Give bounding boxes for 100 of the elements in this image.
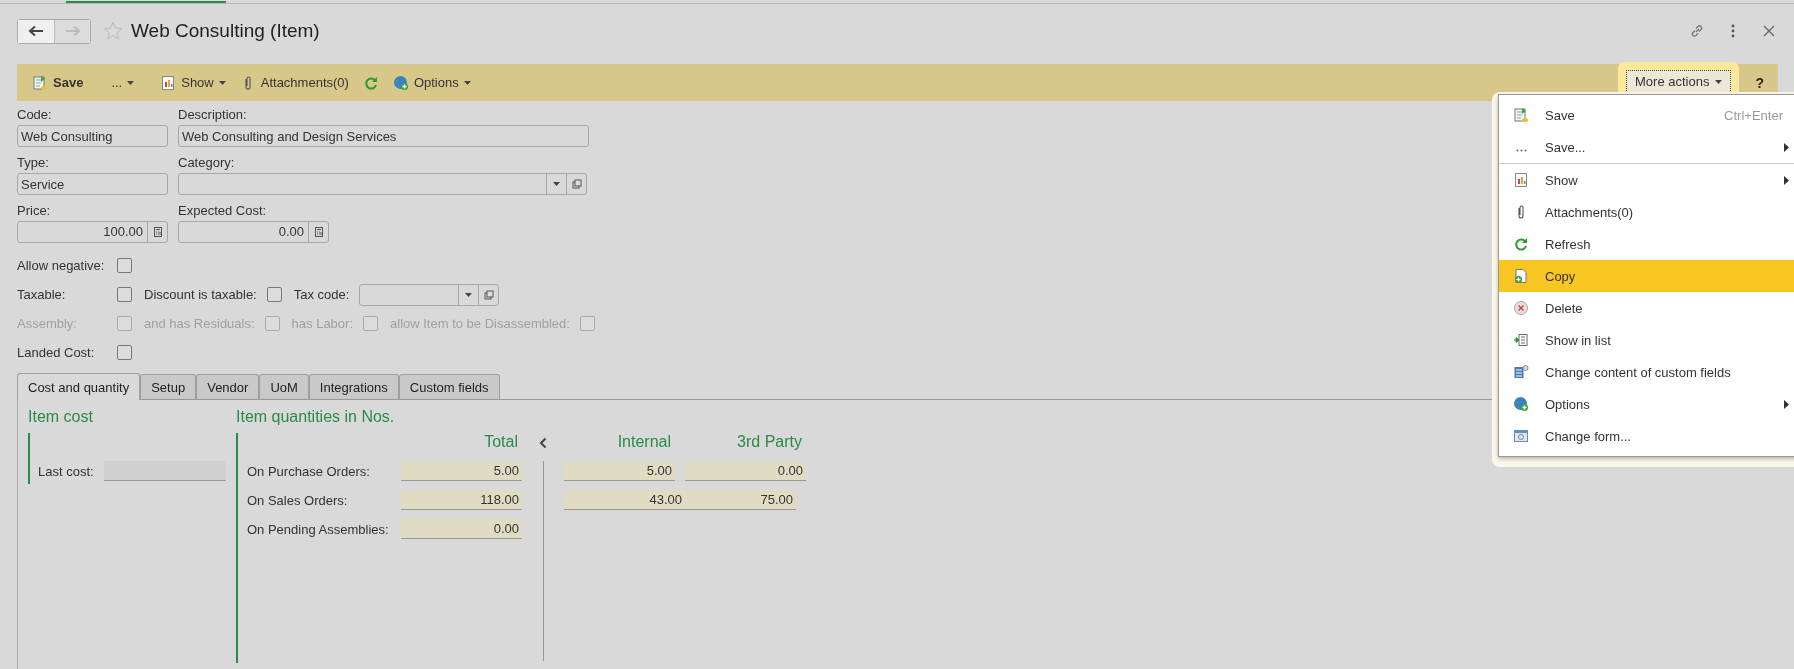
save-button[interactable]: Save (27, 69, 89, 96)
tab[interactable]: Integrations (308, 374, 399, 399)
field-label: Description: (178, 107, 248, 122)
save-icon (32, 74, 48, 91)
tab[interactable]: Vendor (196, 374, 260, 399)
menu-item[interactable]: Copy (1499, 260, 1794, 292)
field-label: Code: (17, 107, 53, 122)
field-label: Type: (17, 155, 50, 170)
collapse-chevron-icon[interactable] (539, 436, 547, 449)
tax-code-field[interactable] (359, 283, 500, 306)
row-label: On Purchase Orders: (247, 463, 371, 479)
column-header: 3rd Party (737, 433, 803, 451)
window-title: Web Consulting (Item) (131, 20, 320, 42)
show-button[interactable]: Show (155, 69, 231, 96)
help-button[interactable]: ? (1749, 72, 1770, 93)
arrow-right-icon (64, 25, 81, 37)
attachments-button[interactable]: Attachments(0) (234, 69, 354, 96)
row-label: On Sales Orders: (247, 492, 349, 508)
tab[interactable]: Cost and quantity (17, 373, 141, 400)
arrow-left-icon (28, 25, 44, 37)
save-icon (1513, 107, 1529, 123)
submenu-arrow-icon (1784, 399, 1789, 409)
field-label: Last cost: (38, 463, 94, 479)
price-field[interactable]: 100.00 (17, 221, 168, 243)
menu-item[interactable]: Options (1499, 388, 1794, 420)
column-header: Total (484, 433, 519, 451)
caret-icon (463, 80, 471, 85)
menu-item[interactable]: Save... (1499, 131, 1794, 164)
menu-item[interactable]: Change form... (1499, 420, 1794, 452)
checkbox[interactable] (117, 258, 132, 273)
shortcut-hint: Ctrl+Enter (1724, 107, 1783, 123)
checkbox-label: has Labor: (291, 316, 353, 331)
open-icon (571, 179, 582, 189)
delete-icon (1513, 300, 1529, 316)
checkbox-label: Taxable: (17, 287, 67, 302)
tab[interactable]: Setup (140, 374, 197, 399)
calculator-icon[interactable] (313, 227, 324, 237)
menu-item[interactable]: Save Ctrl+Enter (1499, 99, 1794, 131)
star-icon[interactable] (103, 21, 123, 41)
checkbox[interactable] (266, 287, 282, 302)
caret-icon (127, 80, 135, 85)
quantity-cell: 118.00 (401, 490, 522, 510)
calculator-icon[interactable] (152, 227, 163, 237)
menu-item[interactable]: Show in list (1499, 324, 1794, 356)
menu-item[interactable]: Change content of custom fields (1499, 356, 1794, 388)
options-button[interactable]: Options (387, 69, 476, 96)
quantity-cell: 0.00 (685, 461, 806, 481)
section-title: Item cost (28, 408, 93, 427)
quantity-cell: 43.00 (564, 490, 685, 510)
quantity-cell: 5.00 (401, 461, 522, 481)
expected-cost-field[interactable]: 0.00 (178, 221, 329, 243)
link-icon[interactable] (1689, 23, 1705, 39)
report-icon (160, 74, 177, 91)
tab[interactable]: UoM (259, 374, 309, 399)
menu-item[interactable]: Refresh (1499, 228, 1794, 260)
category-field[interactable] (178, 173, 587, 195)
globe-plus-icon (1513, 396, 1529, 412)
quantity-cell: 5.00 (564, 461, 675, 481)
more-actions-button[interactable]: More actions (1626, 70, 1732, 93)
code-field[interactable]: Web Consulting (17, 125, 168, 147)
field-label: Tax code: (293, 287, 350, 302)
submenu-arrow-icon (1784, 142, 1789, 152)
menu-item[interactable]: Show (1499, 164, 1794, 196)
document-plus-icon (1513, 268, 1529, 284)
checkbox-label: Allow negative: (17, 258, 106, 273)
checkbox[interactable] (117, 287, 132, 302)
checkbox-label: Discount is taxable: (144, 287, 257, 302)
close-icon[interactable] (1761, 23, 1777, 39)
window-icon (1513, 428, 1529, 444)
menu-item[interactable]: Attachments(0) (1499, 196, 1794, 228)
field-label: Expected Cost: (178, 203, 268, 218)
checkbox-label: and has Residuals: (144, 316, 255, 331)
globe-plus-icon (392, 74, 409, 91)
column-header: Internal (617, 433, 672, 451)
field-label: Price: (17, 203, 52, 218)
form-gear-icon (1513, 364, 1529, 380)
caret-icon (218, 80, 226, 85)
menu-item[interactable]: Delete (1499, 292, 1794, 324)
checkbox[interactable] (117, 345, 132, 360)
description-field[interactable]: Web Consulting and Design Services (178, 125, 589, 147)
caret-icon (1715, 79, 1723, 84)
refresh-icon (1513, 236, 1529, 252)
open-icon (483, 289, 494, 300)
ellipsis-icon (1515, 149, 1527, 152)
submenu-arrow-icon (1784, 175, 1789, 185)
quantity-cell: 75.00 (685, 490, 796, 510)
type-field[interactable]: Service (17, 173, 168, 195)
field-label: Category: (178, 155, 236, 170)
list-icon (1513, 332, 1529, 348)
checkbox-label: allow Item to be Disassembled: (390, 316, 570, 331)
section-title: Item quantities in Nos. (236, 408, 395, 427)
quantity-cell: 0.00 (401, 519, 522, 539)
tab[interactable]: Custom fields (398, 374, 500, 399)
checkbox-label: Landed Cost: (17, 345, 96, 360)
more-button[interactable]: ... (106, 69, 140, 96)
report-icon (1513, 172, 1529, 188)
caret-icon (553, 182, 560, 186)
row-label: On Pending Assemblies: (247, 521, 390, 537)
checkbox-label: Assembly: (17, 316, 78, 331)
back-button[interactable] (18, 19, 54, 43)
